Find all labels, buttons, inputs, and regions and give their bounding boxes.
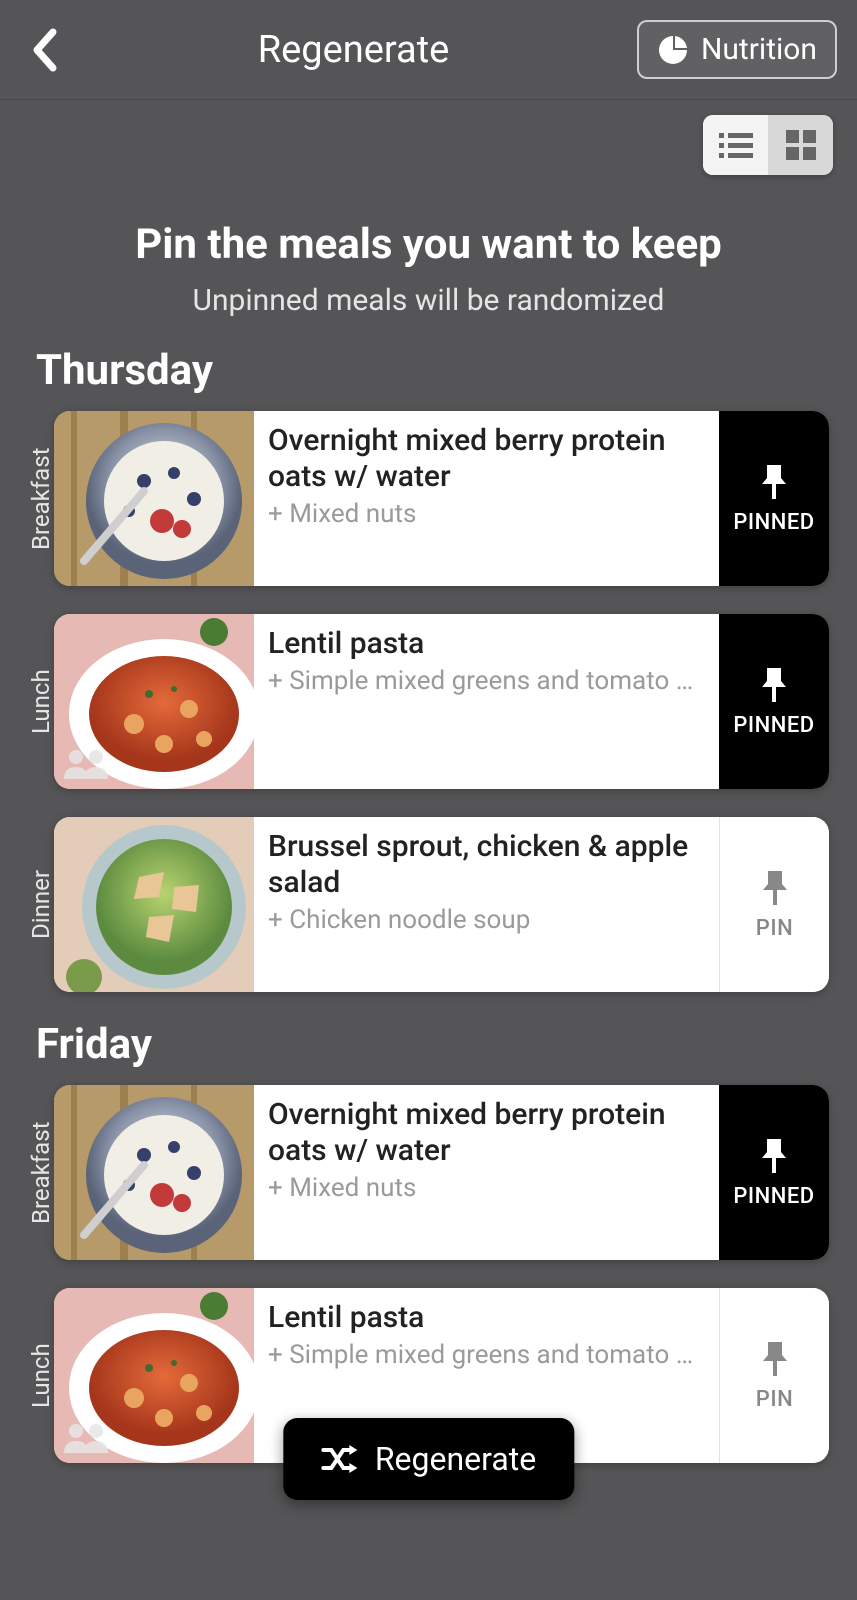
meal-slot-label: Lunch (28, 614, 54, 789)
meal-title: Lentil pasta (268, 1300, 703, 1336)
meal-title: Lentil pasta (268, 626, 703, 662)
list-view-button[interactable] (703, 115, 768, 175)
meal-subtitle: + Mixed nuts (268, 499, 703, 529)
nutrition-label: Nutrition (701, 32, 817, 67)
day-section: Thursday Breakfast Overnight mixed berry … (0, 346, 857, 992)
meal-row: Breakfast Overnight mixed berry protein … (28, 411, 829, 586)
meal-image (54, 1085, 254, 1260)
pin-button[interactable]: PINNED (719, 1085, 829, 1260)
meal-title: Brussel sprout, chicken & apple salad (268, 829, 703, 901)
meal-title: Overnight mixed berry protein oats w/ wa… (268, 1097, 703, 1169)
page-title: Regenerate (82, 28, 625, 72)
back-button[interactable] (20, 20, 70, 80)
pin-icon (757, 1136, 791, 1176)
list-icon (719, 131, 753, 159)
nutrition-button[interactable]: Nutrition (637, 20, 837, 79)
intro-heading: Pin the meals you want to keep (0, 220, 857, 269)
people-icon (62, 1421, 112, 1455)
meal-row: Breakfast Overnight mixed berry protein … (28, 1085, 829, 1260)
intro-subheading: Unpinned meals will be randomized (0, 283, 857, 318)
meal-subtitle: + Simple mixed greens and tomato sa... (268, 1340, 703, 1370)
meal-body: Brussel sprout, chicken & apple salad + C… (254, 817, 719, 992)
regenerate-label: Regenerate (375, 1440, 536, 1478)
pin-button[interactable]: PINNED (719, 614, 829, 789)
meal-card[interactable]: Lentil pasta + Simple mixed greens and to… (54, 614, 829, 789)
meal-image (54, 1288, 254, 1463)
meal-card[interactable]: Overnight mixed berry protein oats w/ wa… (54, 1085, 829, 1260)
meal-body: Lentil pasta + Simple mixed greens and to… (254, 614, 719, 789)
pin-button[interactable]: PIN (719, 1288, 829, 1463)
meal-slot-label: Breakfast (28, 411, 54, 586)
meal-card[interactable]: Brussel sprout, chicken & apple salad + C… (54, 817, 829, 992)
pin-label: PINNED (733, 1184, 814, 1209)
meal-body: Overnight mixed berry protein oats w/ wa… (254, 1085, 719, 1260)
meal-slot-label: Lunch (28, 1288, 54, 1463)
meal-slot-label: Breakfast (28, 1085, 54, 1260)
pin-label: PIN (756, 916, 793, 941)
meal-row: Dinner Brussel sprout, chicken & apple s… (28, 817, 829, 992)
day-title: Thursday (36, 346, 829, 395)
pin-label: PINNED (733, 510, 814, 535)
meal-subtitle: + Chicken noodle soup (268, 905, 703, 935)
meal-subtitle: + Simple mixed greens and tomato sa... (268, 666, 703, 696)
meal-title: Overnight mixed berry protein oats w/ wa… (268, 423, 703, 495)
pin-button[interactable]: PIN (719, 817, 829, 992)
meal-card[interactable]: Overnight mixed berry protein oats w/ wa… (54, 411, 829, 586)
meal-body: Overnight mixed berry protein oats w/ wa… (254, 411, 719, 586)
pin-icon (758, 868, 792, 908)
pin-icon (757, 665, 791, 705)
meal-image (54, 411, 254, 586)
pin-icon (757, 462, 791, 502)
pie-chart-icon (657, 34, 689, 66)
header: Regenerate Nutrition (0, 0, 857, 100)
pin-label: PIN (756, 1387, 793, 1412)
grid-icon (786, 130, 816, 160)
view-toggle (703, 115, 833, 175)
grid-view-button[interactable] (768, 115, 833, 175)
regenerate-button[interactable]: Regenerate (283, 1418, 574, 1500)
meal-subtitle: + Mixed nuts (268, 1173, 703, 1203)
chevron-left-icon (31, 28, 59, 72)
pin-label: PINNED (733, 713, 814, 738)
day-title: Friday (36, 1020, 829, 1069)
meal-row: Lunch Lentil pasta + Simple mixed greens … (28, 614, 829, 789)
meal-image (54, 614, 254, 789)
day-section: Friday Breakfast Overnight mixed berry pr… (0, 1020, 857, 1463)
shuffle-icon (321, 1444, 357, 1474)
pin-icon (758, 1339, 792, 1379)
people-icon (62, 747, 112, 781)
meal-slot-label: Dinner (28, 817, 54, 992)
pin-button[interactable]: PINNED (719, 411, 829, 586)
meal-image (54, 817, 254, 992)
